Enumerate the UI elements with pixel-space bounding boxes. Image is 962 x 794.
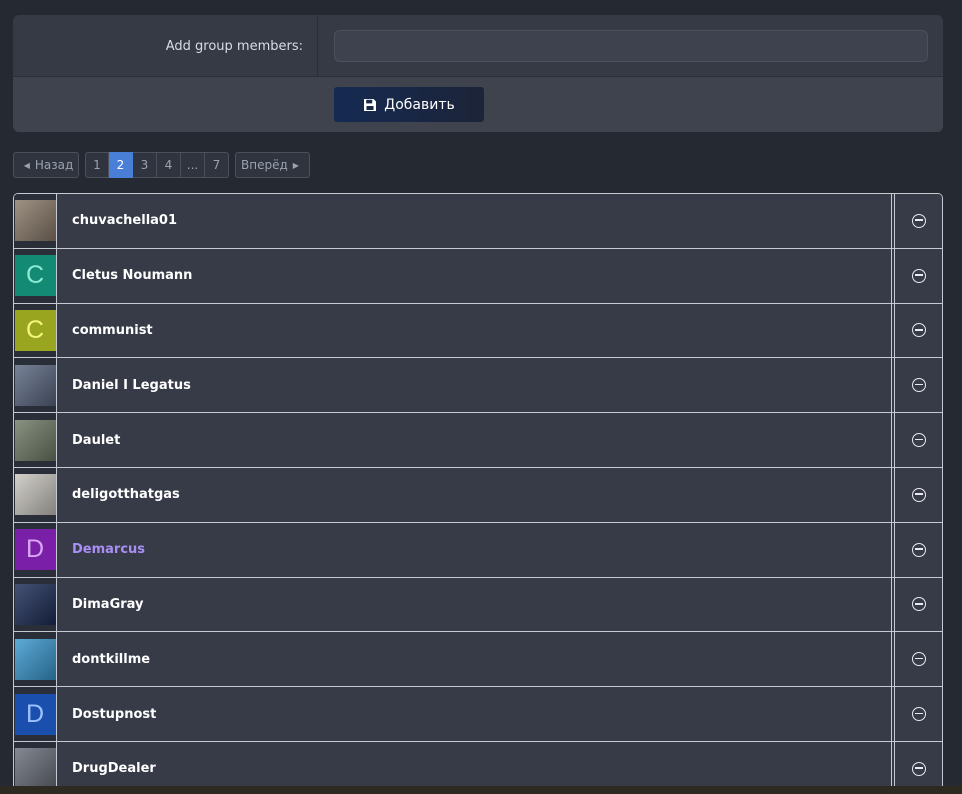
- remove-member-button[interactable]: [894, 303, 942, 358]
- avatar-cell: [14, 632, 57, 687]
- remove-member-button[interactable]: [894, 194, 942, 248]
- minus-circle-icon: [911, 761, 926, 776]
- remove-member-button[interactable]: [894, 358, 942, 413]
- pagination-page-current[interactable]: 2: [109, 152, 133, 178]
- member-row: Daniel I Legatus: [14, 358, 942, 414]
- minus-circle-icon: [911, 213, 926, 228]
- minus-circle-icon: [911, 268, 926, 283]
- member-name[interactable]: Dostupnost: [57, 687, 892, 741]
- minus-circle-icon: [911, 323, 926, 338]
- avatar[interactable]: [14, 474, 56, 516]
- pagination-page[interactable]: 3: [133, 152, 157, 178]
- avatar-cell: C: [14, 248, 57, 303]
- member-row: D Dostupnost: [14, 687, 942, 742]
- minus-circle-icon: [911, 652, 926, 667]
- member-name[interactable]: Demarcus: [57, 522, 892, 577]
- avatar-cell: [14, 358, 57, 413]
- member-row: dontkillme: [14, 632, 942, 688]
- remove-member-button[interactable]: [894, 248, 942, 303]
- avatar-cell: [14, 577, 57, 632]
- pagination-prev-button[interactable]: ◀ Назад: [13, 152, 79, 178]
- member-row: C Cletus Noumann: [14, 248, 942, 304]
- add-members-input[interactable]: [334, 30, 928, 62]
- member-name[interactable]: communist: [57, 303, 892, 358]
- minus-circle-icon: [911, 487, 926, 502]
- add-members-label: Add group members:: [13, 15, 318, 77]
- minus-circle-icon: [911, 707, 926, 722]
- avatar-cell: D: [14, 522, 57, 577]
- remove-member-button[interactable]: [894, 687, 942, 741]
- remove-member-button[interactable]: [894, 467, 942, 522]
- avatar[interactable]: [14, 583, 56, 625]
- avatar-cell: [14, 467, 57, 522]
- pagination: ◀ Назад 1 2 3 4 ... 7 Вперёд ▶: [13, 152, 310, 178]
- member-name[interactable]: Cletus Noumann: [57, 248, 892, 303]
- avatar[interactable]: [14, 419, 56, 461]
- member-name[interactable]: Daniel I Legatus: [57, 358, 892, 413]
- avatar[interactable]: C: [14, 255, 56, 297]
- remove-member-button[interactable]: [894, 522, 942, 577]
- avatar-cell: D: [14, 687, 57, 741]
- remove-member-button[interactable]: [894, 577, 942, 632]
- avatar[interactable]: [14, 638, 56, 680]
- member-row: chuvachella01: [14, 194, 942, 249]
- pagination-ellipsis[interactable]: ...: [181, 152, 205, 178]
- avatar[interactable]: [14, 200, 56, 242]
- avatar[interactable]: [14, 364, 56, 406]
- member-name[interactable]: DimaGray: [57, 577, 892, 632]
- avatar[interactable]: C: [14, 309, 56, 351]
- member-name[interactable]: deligotthatgas: [57, 467, 892, 522]
- avatar-cell: C: [14, 303, 57, 358]
- remove-member-button[interactable]: [894, 413, 942, 467]
- member-row: Ccommunist: [14, 303, 942, 359]
- avatar[interactable]: D: [14, 529, 56, 571]
- chevron-left-icon: ◀: [23, 160, 30, 170]
- submit-row: Добавить: [13, 77, 943, 132]
- add-button[interactable]: Добавить: [334, 87, 484, 122]
- minus-circle-icon: [911, 433, 926, 448]
- member-row: deligotthatgas: [14, 467, 942, 523]
- bottom-edge: [0, 786, 962, 794]
- members-table: chuvachella01 C Cletus Noumann Ccommunist Da…: [13, 193, 943, 793]
- member-row: D Demarcus: [14, 522, 942, 578]
- member-name[interactable]: dontkillme: [57, 632, 892, 687]
- pagination-next-button[interactable]: Вперёд ▶: [235, 152, 310, 178]
- pagination-prev-label: Назад: [34, 158, 74, 172]
- add-button-label: Добавить: [384, 96, 455, 113]
- member-name[interactable]: chuvachella01: [57, 194, 892, 248]
- add-members-row: Add group members:: [13, 15, 943, 77]
- pagination-page[interactable]: 7: [205, 152, 229, 178]
- member-row: DimaGray: [14, 577, 942, 633]
- member-name[interactable]: Daulet: [57, 413, 892, 467]
- avatar-cell: [14, 194, 57, 248]
- minus-circle-icon: [911, 542, 926, 557]
- remove-member-button[interactable]: [894, 632, 942, 687]
- save-icon: [364, 98, 377, 111]
- minus-circle-icon: [911, 378, 926, 393]
- chevron-right-icon: ▶: [292, 160, 299, 170]
- avatar-cell: [14, 413, 57, 467]
- pagination-page[interactable]: 4: [157, 152, 181, 178]
- minus-circle-icon: [911, 597, 926, 612]
- avatar[interactable]: [14, 748, 56, 790]
- pagination-next-label: Вперёд: [241, 158, 288, 172]
- member-row: Daulet: [14, 413, 942, 468]
- pagination-page[interactable]: 1: [85, 152, 109, 178]
- avatar[interactable]: D: [14, 693, 56, 735]
- add-members-form: Add group members: Добавить: [13, 15, 943, 132]
